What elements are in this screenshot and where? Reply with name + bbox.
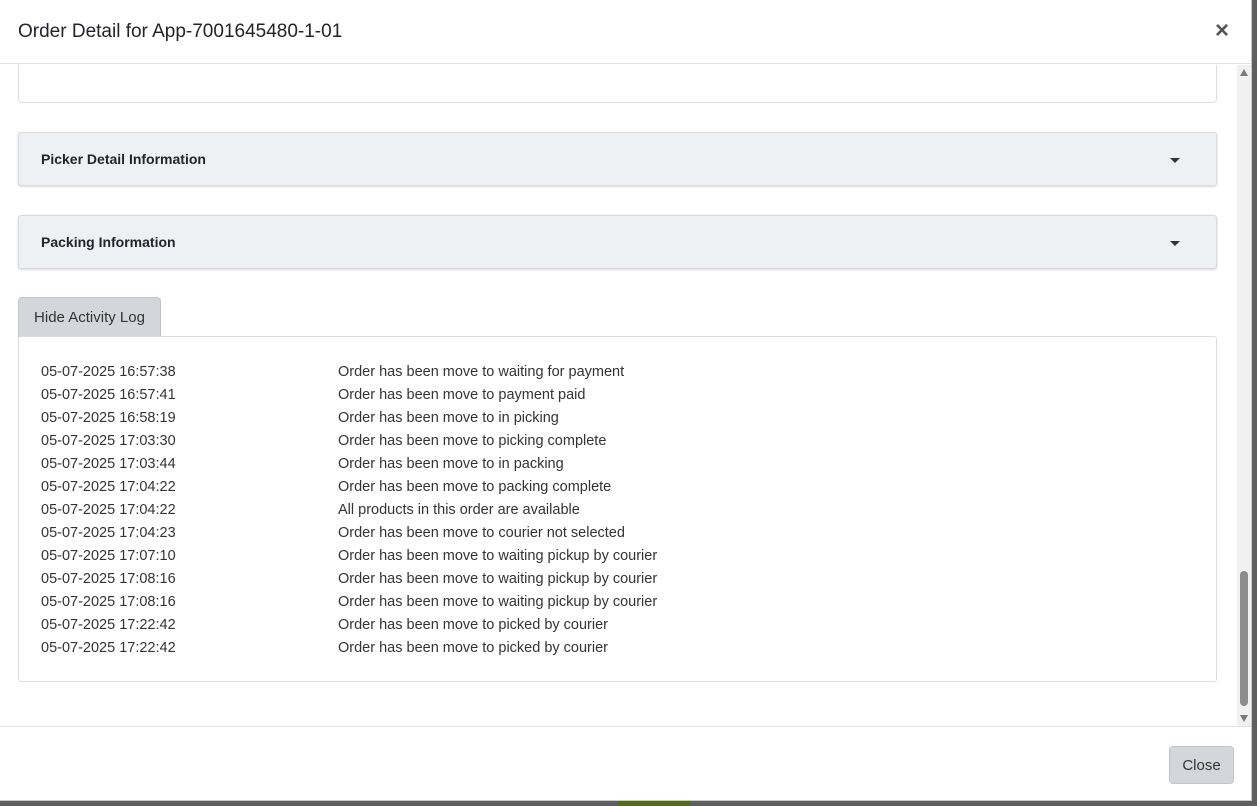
activity-log-row: 05-07-2025 17:08:16 Order has been move t… [41,593,657,616]
log-message: Order has been move to waiting pickup by… [338,548,658,564]
activity-log-row: 05-07-2025 17:22:42 Order has been move t… [41,639,657,662]
activity-log-row: 05-07-2025 17:03:44 Order has been move t… [41,455,657,478]
log-timestamp: 05-07-2025 17:03:30 [41,433,176,449]
activity-log-row: 05-07-2025 17:04:22 All products in this … [41,501,657,524]
log-timestamp: 05-07-2025 17:22:42 [41,617,176,633]
close-button[interactable]: Close [1169,746,1234,784]
log-timestamp: 05-07-2025 17:07:10 [41,548,176,564]
log-message: Order has been move to picked by courier [338,640,608,656]
log-timestamp: 05-07-2025 17:03:44 [41,456,176,472]
log-message: Order has been move to in picking [338,410,559,426]
modal-body: Picker Detail Information Packing Inform… [0,65,1237,726]
log-message: Order has been move to waiting pickup by… [338,594,658,610]
log-message: Order has been move to packing complete [338,479,612,495]
log-timestamp: 05-07-2025 16:57:41 [41,387,176,403]
log-timestamp: 05-07-2025 17:04:23 [41,525,176,541]
log-timestamp: 05-07-2025 17:22:42 [41,640,176,656]
activity-log-row: 05-07-2025 17:07:10 Order has been move t… [41,547,657,570]
caret-down-icon [1170,158,1180,163]
log-message: Order has been move to waiting pickup by… [338,571,658,587]
packing-info-title: Packing Information [41,234,176,250]
log-timestamp: 05-07-2025 17:04:22 [41,479,176,495]
scroll-thumb[interactable] [1240,571,1248,706]
close-icon[interactable]: × [1215,18,1229,44]
log-timestamp: 05-07-2025 17:08:16 [41,571,176,587]
scroll-down-arrow-icon[interactable] [1240,715,1248,722]
modal-header: Order Detail for App-7001645480-1-01 × [0,0,1251,64]
log-message: Order has been move to payment paid [338,387,586,403]
activity-log-row: 05-07-2025 17:04:22 Order has been move t… [41,478,657,501]
log-message: Order has been move to courier not selec… [338,525,625,541]
log-timestamp: 05-07-2025 17:04:22 [41,502,176,518]
log-timestamp: 05-07-2025 17:08:16 [41,594,176,610]
log-timestamp: 05-07-2025 16:58:19 [41,410,176,426]
previous-section-panel [18,65,1217,103]
activity-log-row: 05-07-2025 17:04:23 Order has been move t… [41,524,657,547]
log-message: Order has been move to waiting for payme… [338,364,625,380]
scroll-up-arrow-icon[interactable] [1240,69,1248,76]
activity-log-row: 05-07-2025 17:22:42 Order has been move t… [41,616,657,639]
log-message: Order has been move to in packing [338,456,564,472]
modal-title: Order Detail for App-7001645480-1-01 [18,21,343,42]
activity-log-list: 05-07-2025 16:57:38 Order has been move t… [41,363,657,662]
activity-log-row: 05-07-2025 16:57:41 Order has been move t… [41,386,657,409]
log-message: Order has been move to picked by courier [338,617,608,633]
modal-footer: Close [0,726,1251,800]
log-timestamp: 05-07-2025 16:57:38 [41,364,176,380]
hide-activity-log-button[interactable]: Hide Activity Log [18,297,161,337]
log-message: All products in this order are available [338,502,580,518]
log-message: Order has been move to picking complete [338,433,607,449]
picker-detail-accordion[interactable]: Picker Detail Information [18,132,1217,186]
caret-down-icon [1170,241,1180,246]
activity-log-row: 05-07-2025 17:03:30 Order has been move t… [41,432,657,455]
modal-scrollbar[interactable] [1237,65,1251,726]
activity-log-row: 05-07-2025 17:08:16 Order has been move t… [41,570,657,593]
picker-detail-title: Picker Detail Information [41,151,206,167]
activity-log-row: 05-07-2025 16:58:19 Order has been move t… [41,409,657,432]
activity-log-row: 05-07-2025 16:57:38 Order has been move t… [41,363,657,386]
activity-log-panel: 05-07-2025 16:57:38 Order has been move t… [18,336,1217,682]
packing-info-accordion[interactable]: Packing Information [18,215,1217,269]
order-detail-modal: Order Detail for App-7001645480-1-01 × P… [0,0,1252,801]
